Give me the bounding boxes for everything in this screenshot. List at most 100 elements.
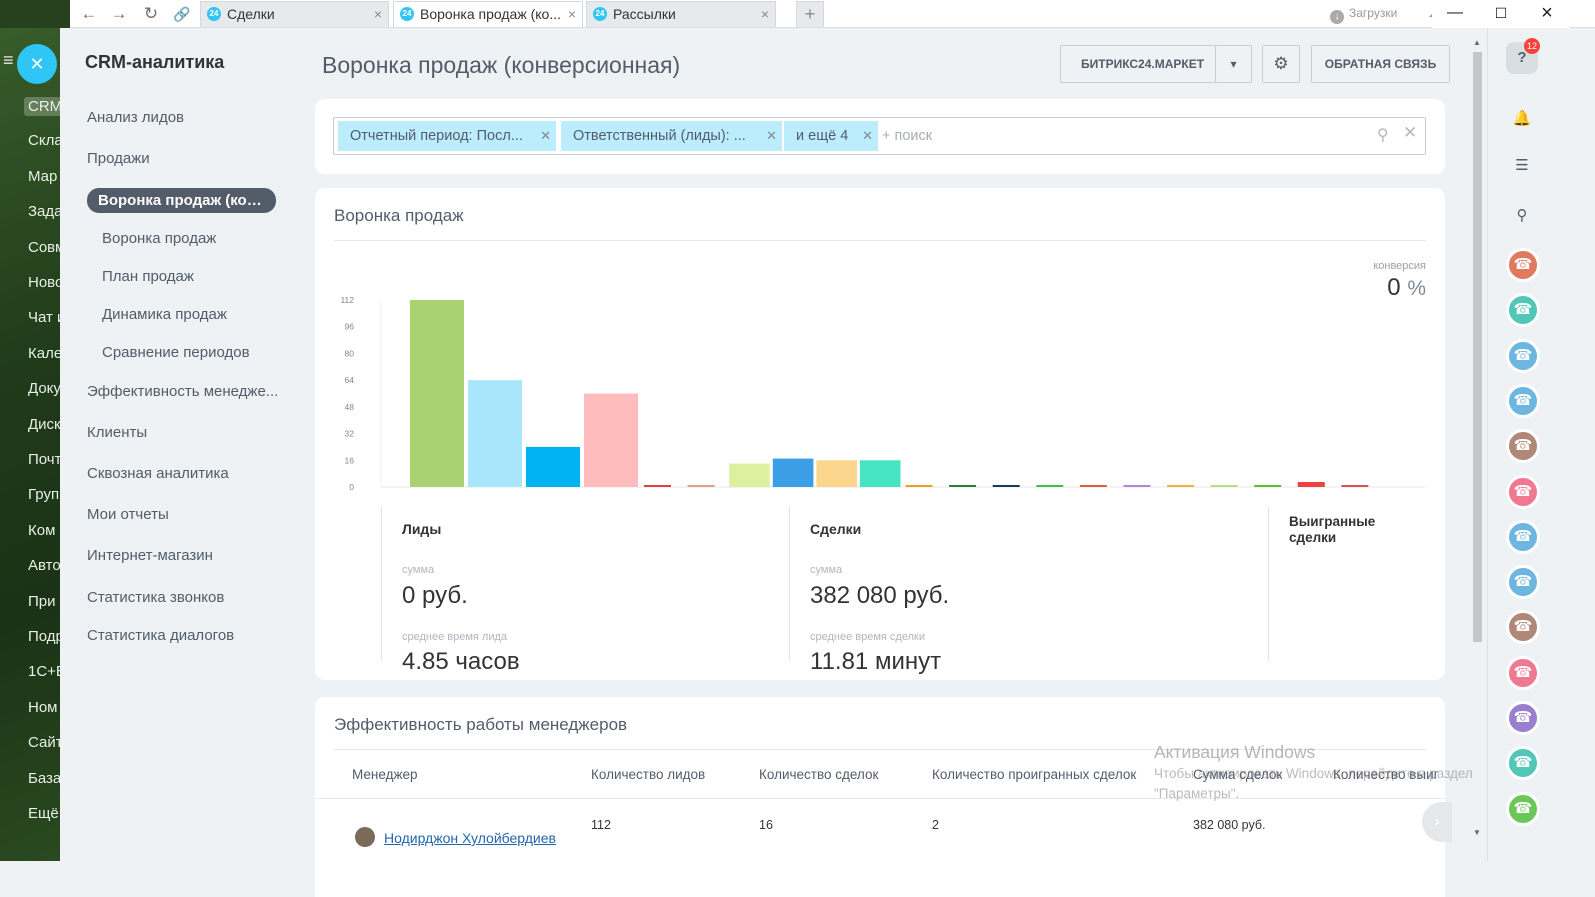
portal-menu-item[interactable]: Зада xyxy=(28,203,60,220)
close-tab-icon[interactable]: × xyxy=(761,2,769,26)
reload-icon[interactable]: ↻ xyxy=(140,3,162,25)
sidebar-item[interactable]: Эффективность менедже... xyxy=(87,383,278,400)
funnel-bar[interactable] xyxy=(1210,485,1238,487)
funnel-bar[interactable] xyxy=(410,300,464,487)
portal-menu-item[interactable]: Сайт xyxy=(28,734,60,751)
funnel-bar[interactable] xyxy=(992,485,1020,487)
call-contact-icon[interactable]: ☎ xyxy=(1506,519,1540,554)
filter-chip-period[interactable]: Отчетный период: Посл... ✕ xyxy=(338,121,556,151)
search-icon[interactable]: ⚲ xyxy=(1377,125,1389,145)
forward-icon[interactable]: → xyxy=(108,3,130,25)
clear-filter-icon[interactable]: ✕ xyxy=(1403,123,1417,143)
manager-name-link[interactable]: Нодирджон Хулойбердиев xyxy=(384,830,556,846)
funnel-bar[interactable] xyxy=(687,485,715,487)
funnel-bar[interactable] xyxy=(1167,485,1195,487)
close-tab-icon[interactable]: × xyxy=(568,2,576,26)
new-tab-button[interactable]: + xyxy=(796,1,824,27)
scrollbar[interactable]: ▲ ▼ xyxy=(1473,38,1483,838)
call-contact-icon[interactable]: ☎ xyxy=(1506,248,1540,282)
minimize-icon[interactable]: — xyxy=(1432,0,1478,28)
portal-menu-item[interactable]: Совм xyxy=(28,239,60,256)
portal-menu-item[interactable]: Ново xyxy=(28,274,60,291)
call-contact-icon[interactable]: ☎ xyxy=(1506,655,1540,690)
filter-chip-more[interactable]: и ещё 4 ✕ xyxy=(784,121,878,151)
sidebar-item[interactable]: Воронка продаж (кон... xyxy=(87,188,276,213)
market-dropdown-button[interactable]: ▾ xyxy=(1215,45,1252,83)
call-contact-icon[interactable]: ☎ xyxy=(1506,474,1540,509)
tab-sales-funnel[interactable]: 24 Воронка продаж (ко... × xyxy=(393,1,583,27)
tab-deals[interactable]: 24 Сделки × xyxy=(200,1,389,27)
sidebar-item[interactable]: План продаж xyxy=(102,268,194,285)
portal-menu-item[interactable]: Подр xyxy=(28,628,60,645)
funnel-bar[interactable] xyxy=(859,460,901,487)
scroll-down-icon[interactable]: ▼ xyxy=(1473,828,1481,837)
col-deals-count[interactable]: Количество сделок xyxy=(759,767,878,782)
scrollbar-thumb[interactable] xyxy=(1473,52,1482,642)
col-won-deals[interactable]: Количество выиг xyxy=(1333,767,1445,782)
funnel-bar[interactable] xyxy=(949,485,977,487)
portal-menu-item[interactable]: При xyxy=(28,593,56,610)
back-icon[interactable]: ← xyxy=(78,3,100,25)
remove-chip-icon[interactable]: ✕ xyxy=(862,121,873,151)
remove-chip-icon[interactable]: ✕ xyxy=(540,121,551,151)
portal-menu-item[interactable]: Мар xyxy=(28,168,57,185)
col-leads-count[interactable]: Количество лидов xyxy=(591,767,705,782)
link-icon[interactable]: 🔗 xyxy=(171,3,193,25)
scroll-right-icon[interactable]: › xyxy=(1422,802,1452,842)
funnel-bar[interactable] xyxy=(1254,485,1282,487)
filter-box[interactable]: Отчетный период: Посл... ✕ Ответственный… xyxy=(333,117,1426,155)
market-button[interactable]: БИТРИКС24.МАРКЕТ xyxy=(1060,45,1216,83)
call-contact-icon[interactable]: ☎ xyxy=(1506,791,1540,826)
maximize-icon[interactable]: ☐ xyxy=(1478,0,1524,28)
portal-menu-item[interactable]: Кале xyxy=(28,345,60,362)
portal-menu-item[interactable]: Скла xyxy=(28,132,60,149)
call-contact-icon[interactable]: ☎ xyxy=(1506,338,1540,373)
call-contact-icon[interactable]: ☎ xyxy=(1506,565,1540,600)
funnel-bar[interactable] xyxy=(644,485,671,487)
close-tab-icon[interactable]: × xyxy=(374,2,382,26)
chat-icon[interactable]: ☰ xyxy=(1506,150,1538,182)
call-contact-icon[interactable]: ☎ xyxy=(1506,429,1540,464)
filter-search-input[interactable] xyxy=(882,121,1362,151)
call-contact-icon[interactable]: ☎ xyxy=(1506,293,1540,328)
window-close-icon[interactable]: × xyxy=(1524,0,1570,28)
bell-icon[interactable]: 🔔 xyxy=(1506,103,1538,135)
call-contact-icon[interactable]: ☎ xyxy=(1506,610,1540,645)
funnel-bar[interactable] xyxy=(526,446,580,487)
funnel-bar[interactable] xyxy=(772,458,814,487)
portal-menu-item[interactable]: Ком xyxy=(28,522,55,539)
funnel-bar[interactable] xyxy=(816,460,857,487)
tab-mailings[interactable]: 24 Рассылки × xyxy=(586,1,776,27)
sidebar-item[interactable]: Клиенты xyxy=(87,424,147,441)
close-slider-button[interactable]: ✕ xyxy=(17,44,57,84)
downloads-button[interactable]: ↓ Загрузки xyxy=(1330,2,1397,24)
sidebar-item[interactable]: Статистика диалогов xyxy=(87,627,234,644)
funnel-bar[interactable] xyxy=(1036,485,1064,487)
funnel-bar[interactable] xyxy=(1079,485,1107,487)
portal-menu-item[interactable]: 1С+Б xyxy=(28,663,60,680)
remove-chip-icon[interactable]: ✕ xyxy=(766,121,777,151)
col-lost-deals[interactable]: Количество проигранных сделок xyxy=(932,767,1136,782)
portal-menu-item[interactable]: Чат и xyxy=(28,309,60,326)
portal-menu-item[interactable]: Груп xyxy=(28,486,59,503)
filter-chip-responsible[interactable]: Ответственный (лиды): ... ✕ xyxy=(561,121,782,151)
call-contact-icon[interactable]: ☎ xyxy=(1506,746,1540,781)
funnel-bar[interactable] xyxy=(468,380,522,487)
portal-menu-item[interactable]: Ещё xyxy=(28,805,59,822)
funnel-bar[interactable] xyxy=(905,485,933,487)
portal-menu-item[interactable]: Доку xyxy=(28,380,60,397)
portal-menu-item[interactable]: Авто xyxy=(28,557,60,574)
search-icon[interactable]: ⚲ xyxy=(1506,200,1538,232)
settings-button[interactable]: ⚙ xyxy=(1262,45,1300,83)
call-contact-icon[interactable]: ☎ xyxy=(1506,383,1540,418)
portal-menu-item[interactable]: Диск xyxy=(28,416,60,433)
funnel-bar[interactable] xyxy=(584,393,638,488)
sidebar-item[interactable]: Продажи xyxy=(87,150,150,167)
scroll-up-icon[interactable]: ▲ xyxy=(1473,38,1481,47)
col-manager[interactable]: Менеджер xyxy=(352,767,418,782)
portal-menu-item[interactable]: CRM xyxy=(24,97,60,116)
sidebar-item[interactable]: Динамика продаж xyxy=(102,306,227,323)
sidebar-item[interactable]: Интернет-магазин xyxy=(87,547,213,564)
sidebar-item[interactable]: Сравнение периодов xyxy=(102,344,250,361)
portal-menu-item[interactable]: Почт xyxy=(28,451,60,468)
